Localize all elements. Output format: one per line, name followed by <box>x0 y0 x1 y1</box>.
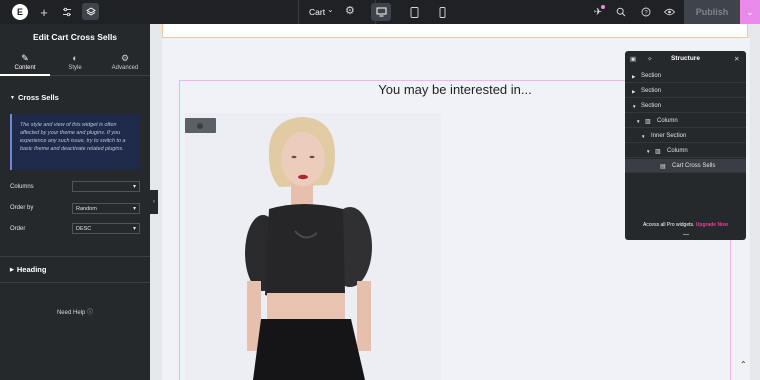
chevron-down-icon: ⌄ <box>327 5 334 14</box>
select-caret-icon: ▾ <box>132 206 136 212</box>
structure-row-cart-cross-sells[interactable]: ▤ Cart Cross Sells <box>625 159 746 173</box>
caret-down-icon: ▼ <box>641 134 646 139</box>
tab-advanced[interactable]: ⚙ Advanced <box>100 50 150 76</box>
badge-dot-icon <box>197 123 203 129</box>
need-help-link[interactable]: Need Help ⓘ <box>0 307 150 316</box>
theme-notice: The style and view of this widget is oft… <box>10 114 140 170</box>
columns-select[interactable]: ▾ <box>72 181 140 192</box>
tab-style-label: Style <box>68 65 82 71</box>
structure-row-section[interactable]: ▼ Section <box>625 99 746 113</box>
caret-down-icon: ▼ <box>632 104 637 109</box>
select-caret-icon: ▾ <box>132 226 136 232</box>
tab-content[interactable]: ✎ Content <box>0 50 50 76</box>
structure-row-label: Inner Section <box>651 133 687 139</box>
structure-row-label: Column <box>657 118 678 124</box>
notifications-rocket-icon[interactable]: ✈ <box>592 0 604 24</box>
structure-row-label: Section <box>641 103 662 109</box>
page-settings-gear-icon[interactable]: ⚙ <box>345 4 355 17</box>
order-by-select[interactable]: Random ▾ <box>72 203 140 214</box>
structure-panel: ▣ ✧ Structure ✕ ▶ Section ▶ Section ▼ Se… <box>625 51 746 240</box>
desktop-device-icon[interactable] <box>375 0 387 24</box>
structure-row-column[interactable]: ▼ ▥ Column <box>625 114 746 128</box>
gear-icon: ⚙ <box>120 53 130 63</box>
column-icon: ▥ <box>655 149 661 155</box>
structure-row-section[interactable]: ▶ Section <box>625 69 746 83</box>
heading-section-toggle[interactable]: ▶ Heading <box>10 265 46 274</box>
scroll-up-chevron-icon[interactable]: ⌃ <box>740 360 747 369</box>
caret-down-icon: ▼ <box>646 149 651 154</box>
upgrade-now-link[interactable]: Upgrade Now <box>696 222 728 228</box>
order-value: DESC <box>76 226 92 232</box>
caret-down-icon: ▼ <box>636 119 641 124</box>
caret-right-icon: ▶ <box>10 267 14 273</box>
tablet-device-icon[interactable] <box>408 0 420 24</box>
search-icon[interactable] <box>615 0 627 24</box>
cross-sells-section-toggle[interactable]: ▼ Cross Sells <box>10 93 59 102</box>
resize-grip[interactable] <box>683 234 689 235</box>
heading-section-label: Heading <box>16 265 47 274</box>
elementor-logo-icon[interactable]: E <box>12 4 28 20</box>
panel-title: Edit Cart Cross Sells <box>32 32 118 42</box>
section-divider <box>0 256 150 257</box>
structure-row-label: Section <box>641 73 662 79</box>
preview-eye-icon[interactable] <box>663 0 676 24</box>
publish-options-chevron-icon[interactable]: ⌄ <box>740 0 760 24</box>
tab-advanced-label: Advanced <box>111 65 139 71</box>
tab-content-label: Content <box>14 65 36 71</box>
publish-button[interactable]: Publish <box>684 0 740 24</box>
close-icon[interactable]: ✕ <box>734 55 739 63</box>
pro-upsell-text: Access all Pro widgets. <box>642 222 695 228</box>
mobile-device-icon[interactable] <box>436 0 448 24</box>
sale-badge <box>185 118 216 133</box>
layers-icon[interactable] <box>84 0 97 24</box>
column-icon: ▥ <box>645 119 651 125</box>
widget-icon: ▤ <box>660 164 666 170</box>
page-selector-label: Cart <box>309 7 326 17</box>
pencil-icon: ✎ <box>21 53 29 63</box>
structure-title: Structure <box>671 55 700 62</box>
page-selector[interactable]: Cart ⌄ ⚙ <box>298 0 376 24</box>
help-icon[interactable]: ? <box>640 0 652 24</box>
structure-row-label: Section <box>641 88 662 94</box>
section-divider <box>0 282 150 283</box>
notification-dot <box>601 5 605 9</box>
structure-row-section[interactable]: ▶ Section <box>625 84 746 98</box>
order-select[interactable]: DESC ▾ <box>72 223 140 234</box>
editor-panel: Edit Cart Cross Sells ✎ Content ◐ Style … <box>0 24 150 380</box>
cross-sells-heading: Cross Sells <box>17 93 59 102</box>
order-by-label: Order by <box>10 205 34 211</box>
canvas-header-strip <box>162 24 748 38</box>
order-label: Order <box>10 226 26 232</box>
half-circle-icon: ◐ <box>72 53 78 63</box>
need-help-label: Need Help <box>56 310 86 316</box>
order-by-value: Random <box>76 206 97 212</box>
collapse-panel-handle[interactable]: ‹ <box>150 190 158 214</box>
top-bar: E + Cart ⌄ ⚙ ✈ ? Publish ⌄ <box>0 0 760 24</box>
caret-right-icon: ▶ <box>632 74 636 79</box>
columns-label: Columns <box>10 184 34 190</box>
pro-upsell: Access all Pro widgets. Upgrade Now <box>625 222 746 228</box>
caret-right-icon: ▶ <box>632 89 636 94</box>
structure-row-label: Cart Cross Sells <box>672 163 716 169</box>
product-image[interactable] <box>185 113 441 380</box>
select-caret-icon: ▾ <box>132 184 136 190</box>
site-settings-icon[interactable] <box>61 0 73 24</box>
structure-row-inner-section[interactable]: ▼ Inner Section <box>625 129 746 143</box>
tab-style[interactable]: ◐ Style <box>50 50 100 76</box>
panel-tabs: ✎ Content ◐ Style ⚙ Advanced <box>0 50 150 76</box>
caret-down-icon: ▼ <box>10 95 15 101</box>
add-element-icon[interactable]: + <box>38 0 50 24</box>
help-circle-icon: ⓘ <box>87 310 94 316</box>
structure-row-label: Column <box>667 148 688 154</box>
structure-row-column[interactable]: ▼ ▥ Column <box>625 144 746 158</box>
